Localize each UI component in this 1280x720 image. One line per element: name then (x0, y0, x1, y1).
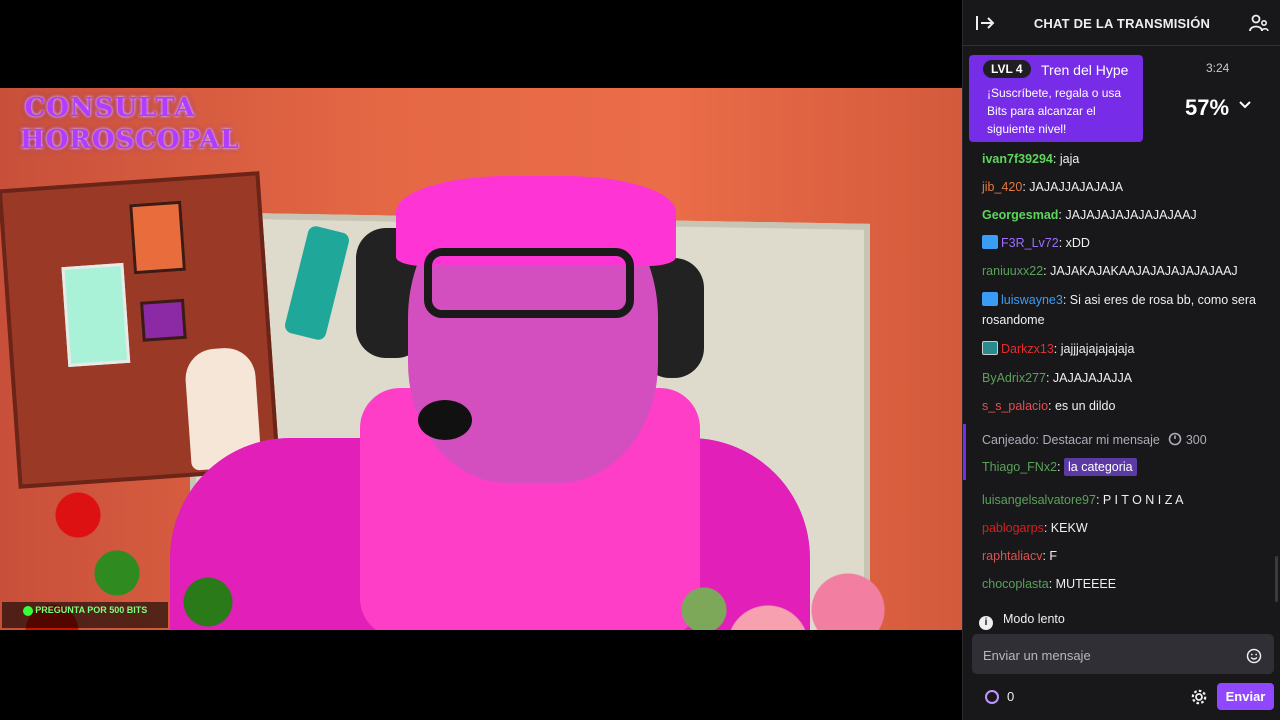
redemption-label: Canjeado: Destacar mi mensaje (982, 433, 1160, 447)
gear-icon[interactable] (1190, 688, 1208, 706)
chat-message: raphtaliacv: F (982, 546, 1272, 566)
chat-username[interactable]: F3R_Lv72 (1001, 236, 1059, 250)
chat-scrollbar[interactable] (1275, 556, 1278, 602)
chat-message: Darkzx13: jajjjajajajajaja (982, 339, 1272, 359)
roses-decoration (0, 428, 260, 630)
video-player[interactable]: CONSULTA HOROSCOPAL PREGUNTA POR 500 BIT… (0, 0, 962, 720)
chat-message: raniuuxx22: JAJAKAJAKAAJAJAJAJAJAJAAJ (982, 261, 1272, 281)
chat-username[interactable]: Darkzx13 (1001, 342, 1054, 356)
chat-username[interactable]: jib_420 (982, 180, 1022, 194)
subscriber-badge-icon[interactable] (982, 341, 998, 355)
chat-message-text: : jajjjajajajajaja (1053, 342, 1135, 356)
hype-train-timer: 3:24 (1206, 61, 1230, 75)
chat-message: s_s_palacio: es un dildo (982, 396, 1272, 416)
flowers-decoration (640, 538, 960, 630)
chat-username[interactable]: chocoplasta (982, 577, 1049, 591)
chat-message: chocoplasta: MUTEEEE (982, 574, 1272, 594)
chat-message-list[interactable]: ivan7f39294: jaja jib_420: JAJAJJAJAJAJA… (963, 146, 1280, 606)
chat-message-text: : JAJAJAJAJJA (1045, 371, 1133, 385)
chat-message-text: : JAJAKAJAKAAJAJAJAJAJAJAAJ (1043, 264, 1238, 278)
slow-mode-notice: i Modo lento (979, 612, 1065, 630)
chat-message: jib_420: JAJAJJAJAJAJA (982, 177, 1272, 197)
chat-username[interactable]: s_s_palacio (982, 399, 1048, 413)
hype-train-name: Tren del Hype (1041, 62, 1129, 78)
chat-message-text: : MUTEEEE (1048, 577, 1117, 591)
chat-message-text: : JAJAJAJAJAJAJAJAAJ (1058, 208, 1197, 222)
chat-message-input[interactable] (983, 645, 1233, 665)
channel-points-balance[interactable]: 0 (985, 689, 1014, 704)
chat-message: Georgesmad: JAJAJAJAJAJAJAJAAJ (982, 205, 1272, 225)
chat-message-text: : jaja (1052, 152, 1080, 166)
info-icon: i (979, 616, 993, 630)
chat-username[interactable]: luiswayne3 (1001, 293, 1063, 307)
chat-message-text: : KEKW (1043, 521, 1088, 535)
chat-username[interactable]: pablogarps (982, 521, 1044, 535)
chat-message: luiswayne3: Si asi eres de rosa bb, como… (982, 290, 1272, 330)
bits-question-banner: PREGUNTA POR 500 BITS (2, 602, 168, 628)
hype-train-description: ¡Suscríbete, regala o usa Bits para alca… (987, 86, 1122, 136)
chat-message-text: : F (1042, 549, 1058, 563)
chat-message: ivan7f39294: jaja (982, 149, 1272, 169)
channel-points-icon (985, 690, 999, 704)
chat-message: ByAdrix277: JAJAJAJAJJA (982, 368, 1272, 388)
highlighted-message-text: la categoria (1064, 458, 1137, 476)
chat-message-text: : JAJAJJAJAJAJA (1022, 180, 1124, 194)
chat-username[interactable]: Thiago_FNx2 (982, 460, 1057, 474)
chat-username[interactable]: raphtaliacv (982, 549, 1042, 563)
chat-message-text: : xDD (1058, 236, 1090, 250)
redemption-cost: 300 (1185, 433, 1207, 447)
chat-message: pablogarps: KEKW (982, 518, 1272, 538)
streamer-glasses (424, 248, 634, 318)
chat-message: F3R_Lv72: xDD (982, 233, 1272, 253)
chat-colon: : (1057, 460, 1064, 474)
chat-message-text: : P I T O N I Z A (1095, 493, 1184, 507)
chat-username[interactable]: ByAdrix277 (982, 371, 1046, 385)
send-button[interactable]: Enviar (1217, 683, 1274, 710)
emote-picker-icon[interactable] (1246, 648, 1262, 664)
chat-message: Thiago_FNx2: la categoria (982, 457, 1272, 477)
bits-banner-text: PREGUNTA POR 500 BITS (35, 605, 148, 615)
community-users-icon[interactable] (1249, 13, 1269, 33)
hype-train-level-badge: LVL 4 (983, 60, 1031, 78)
chat-username[interactable]: raniuuxx22 (982, 264, 1043, 278)
twitch-stream-page: CONSULTA HOROSCOPAL PREGUNTA POR 500 BIT… (0, 0, 1280, 720)
crown-badge-icon[interactable] (982, 235, 998, 249)
chat-message: luisangelsalvatore97: P I T O N I Z A (982, 490, 1272, 510)
horoscope-overlay-title: CONSULTA HOROSCOPAL (20, 93, 240, 155)
chat-message-text: : es un dildo (1048, 399, 1116, 413)
channel-points-icon (1169, 432, 1182, 446)
chat-header: CHAT DE LA TRANSMISIÓN (963, 0, 1280, 46)
chat-username[interactable]: luisangelsalvatore97 (982, 493, 1096, 507)
headset-mic (418, 400, 472, 440)
chat-panel: CHAT DE LA TRANSMISIÓN LVL 4 Tren del Hy… (962, 0, 1280, 720)
redemption-label-row: Canjeado: Destacar mi mensaje 300 (982, 430, 1272, 450)
channel-points-count: 0 (1007, 689, 1015, 704)
slow-mode-label: Modo lento (1003, 612, 1065, 626)
crown-badge-icon[interactable] (982, 292, 998, 306)
chat-input-box[interactable] (972, 634, 1274, 674)
chat-title: CHAT DE LA TRANSMISIÓN (1033, 16, 1211, 31)
chat-username[interactable]: ivan7f39294 (982, 152, 1053, 166)
hype-train-percent: 57% (1185, 95, 1230, 120)
chevron-down-icon[interactable] (1238, 98, 1252, 112)
chat-username[interactable]: Georgesmad (982, 208, 1058, 222)
stream-frame (0, 88, 962, 630)
bits-icon (22, 605, 33, 616)
